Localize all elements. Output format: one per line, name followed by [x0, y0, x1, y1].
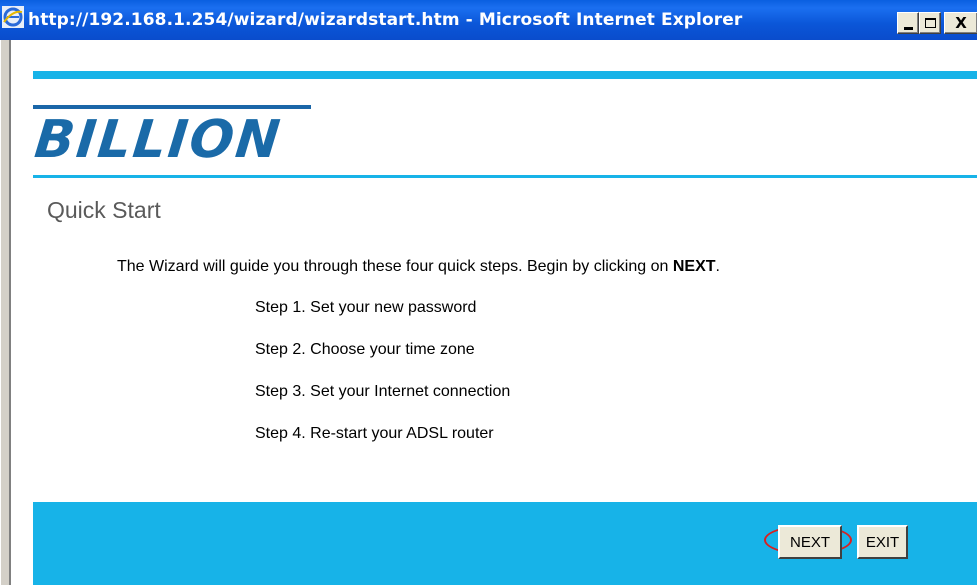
- next-button[interactable]: NEXT: [778, 525, 842, 559]
- internet-explorer-icon: [2, 6, 24, 28]
- page-content: BILLION Quick Start The Wizard will guid…: [11, 40, 977, 585]
- maximize-icon: [924, 18, 936, 28]
- steps-list: Step 1. Set your new password Step 2. Ch…: [255, 298, 510, 466]
- logo-underline-stripe: [33, 175, 977, 178]
- maximize-button[interactable]: [919, 12, 941, 34]
- window-title-bar[interactable]: http://192.168.1.254/wizard/wizardstart.…: [0, 0, 977, 40]
- minimize-button[interactable]: [897, 12, 919, 34]
- minimize-icon: [903, 26, 913, 30]
- step-item: Step 1. Set your new password: [255, 299, 477, 316]
- wizard-intro: The Wizard will guide you through these …: [117, 258, 720, 276]
- exit-button[interactable]: EXIT: [857, 525, 908, 559]
- step-item: Step 3. Set your Internet connection: [255, 383, 511, 400]
- close-button[interactable]: X: [944, 12, 977, 34]
- window-frame-left: [0, 40, 11, 585]
- page-title: Quick Start: [47, 197, 161, 223]
- step-item: Step 2. Choose your time zone: [255, 341, 475, 358]
- step-item: Step 4. Re-start your ADSL router: [255, 425, 494, 442]
- intro-next-keyword: NEXT: [672, 258, 716, 275]
- intro-period: .: [715, 258, 720, 275]
- billion-logo: BILLION: [31, 105, 313, 177]
- window-title: http://192.168.1.254/wizard/wizardstart.…: [28, 10, 743, 30]
- header-stripe: [33, 71, 977, 79]
- logo-text: BILLION: [31, 110, 285, 170]
- intro-text: The Wizard will guide you through these …: [117, 258, 673, 275]
- close-icon: X: [955, 13, 967, 32]
